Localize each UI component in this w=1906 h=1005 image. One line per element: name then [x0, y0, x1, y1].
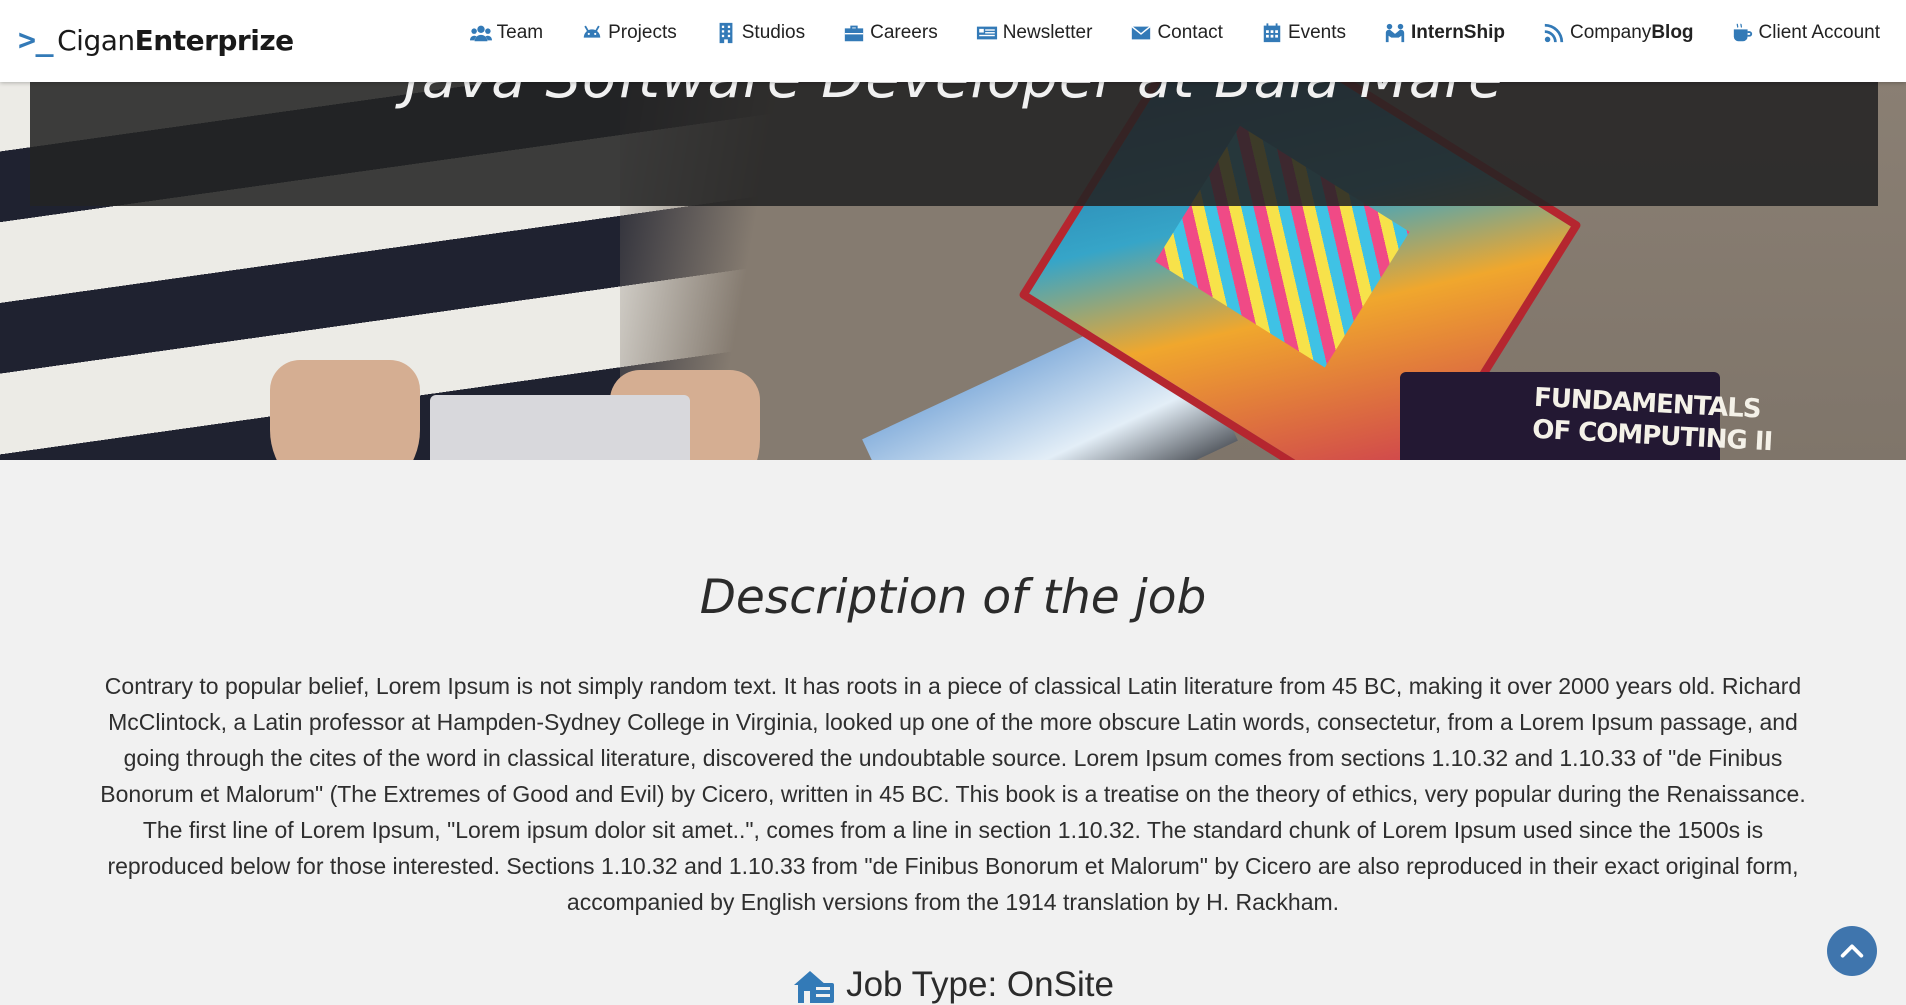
nav-label-studios: Studios	[741, 22, 806, 43]
nav-label-blog: Blog	[1651, 22, 1694, 43]
job-type-label: Job Type: OnSite	[846, 965, 1114, 1004]
nav-item-events[interactable]: Events	[1242, 20, 1365, 46]
nav-label-contact: Contact	[1157, 22, 1223, 43]
briefcase-icon	[843, 22, 865, 44]
coffee-icon	[1732, 22, 1754, 44]
section-title: Description of the job	[699, 570, 1207, 625]
nav-item-company-blog[interactable]: Company Blog	[1524, 20, 1713, 46]
brand-name-part1: Cigan	[57, 23, 135, 57]
nav-label-team: Team	[496, 22, 544, 43]
users-icon	[469, 22, 492, 44]
nav-label-projects: Projects	[608, 22, 677, 43]
brand-prompt-icon: >_	[18, 22, 54, 58]
chevron-up-icon	[1840, 944, 1864, 958]
hero-book-text: FUNDAMENTALS OF COMPUTING II	[1531, 382, 1773, 458]
hero-laptop	[430, 395, 690, 460]
android-icon	[581, 22, 603, 44]
nav-item-projects[interactable]: Projects	[562, 20, 696, 46]
feed-icon	[1543, 22, 1565, 44]
nav-item-contact[interactable]: Contact	[1111, 20, 1241, 46]
calendar-icon	[1261, 22, 1283, 44]
home-work-icon	[792, 965, 836, 1005]
nav-label-company: Company	[1569, 22, 1652, 43]
main-content: Description of the job Contrary to popul…	[0, 460, 1906, 1005]
nav-item-studios[interactable]: Studios	[696, 20, 824, 46]
nav-item-careers[interactable]: Careers	[824, 20, 957, 46]
brand-name-part2: Enterprize	[134, 23, 294, 57]
nav-item-team[interactable]: Team	[451, 20, 562, 46]
job-type: Job Type: OnSite	[0, 965, 1906, 1005]
nav-label-internship: InternShip	[1411, 22, 1505, 43]
back-to-top-button[interactable]	[1827, 926, 1877, 976]
nav-label-careers: Careers	[870, 22, 938, 43]
nav-item-internship[interactable]: InternShip	[1365, 20, 1524, 46]
nav-label-events: Events	[1287, 22, 1347, 43]
job-description: Contrary to popular belief, Lorem Ipsum …	[100, 673, 1806, 915]
handshake-icon	[1384, 22, 1406, 44]
nav-label-newsletter: Newsletter	[1002, 22, 1093, 43]
newspaper-icon	[976, 22, 998, 44]
nav-item-newsletter[interactable]: Newsletter	[957, 20, 1112, 46]
main-nav: Team Projects Studios Careers Newsletter	[451, 20, 1880, 46]
nav-item-client-account[interactable]: Client Account	[1713, 20, 1880, 46]
nav-label-client-account: Client Account	[1758, 22, 1880, 43]
brand-logo[interactable]: >_ Cigan Enterprize	[18, 20, 294, 60]
building-icon	[715, 22, 737, 44]
navbar: >_ Cigan Enterprize Team Projects Studios	[0, 0, 1906, 82]
envelope-icon	[1130, 22, 1152, 44]
hero-arm-left	[270, 360, 420, 460]
